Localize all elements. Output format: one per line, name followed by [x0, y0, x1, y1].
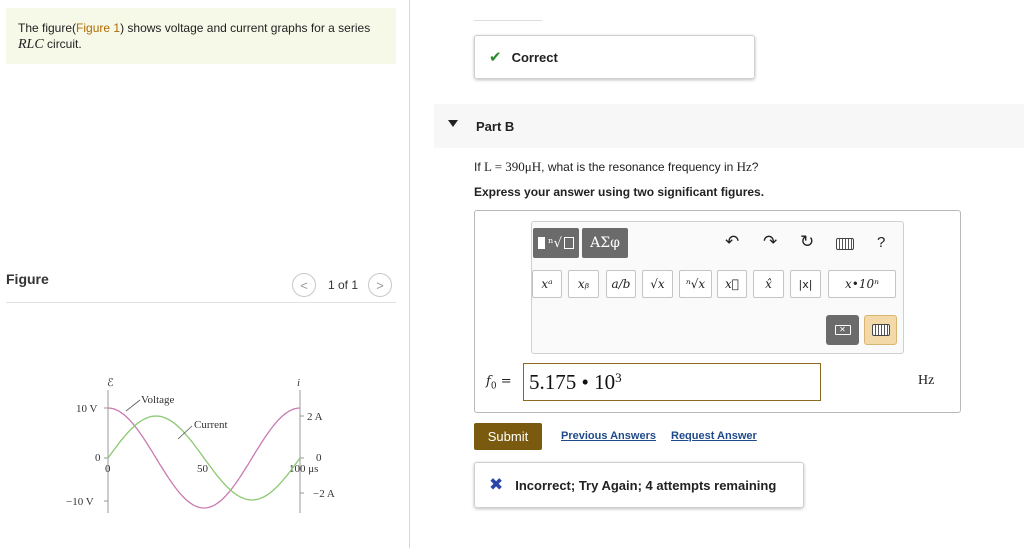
- subscript-key-label: xᵦ: [577, 277, 590, 291]
- root-template-icon: ⁿ√: [548, 235, 562, 251]
- fraction-key[interactable]: a/b: [606, 270, 636, 298]
- vector-key-label: x⃗: [725, 277, 739, 291]
- answer-exponent: 3: [615, 370, 622, 385]
- voltage-current-graph: ℰ i 10 V 0 −10 V 2 A 0 −2 A 0 50 100 μs …: [66, 377, 335, 513]
- intro-text-after: ) shows voltage and current graphs for a…: [120, 21, 371, 35]
- greek-symbols-button[interactable]: ΑΣφ: [582, 228, 628, 258]
- backspace-icon: ✕: [834, 325, 851, 335]
- collapse-arrow-icon[interactable]: [448, 120, 458, 127]
- request-answer-link[interactable]: Request Answer: [671, 430, 757, 442]
- correct-label: Correct: [511, 49, 558, 65]
- subscript-key[interactable]: xᵦ: [568, 270, 599, 298]
- chevron-right-icon: >: [376, 277, 384, 293]
- nth-root-key[interactable]: ⁿ√x: [679, 270, 712, 298]
- question-unit: Hz: [736, 159, 752, 174]
- answer-variable-label: f0 =: [486, 374, 512, 392]
- checkmark-icon: ✔: [489, 49, 502, 66]
- answer-mantissa: 5.175 • 10: [529, 369, 616, 394]
- redo-icon[interactable]: ↷: [763, 232, 777, 252]
- undo-icon[interactable]: ↶: [725, 232, 739, 252]
- figure-title: Figure: [6, 271, 49, 287]
- x-tick-50: 50: [197, 463, 209, 475]
- absolute-value-key[interactable]: |x|: [790, 270, 821, 298]
- current-axis-symbol: i: [297, 377, 300, 389]
- previous-part-feedback: ✔ Correct: [474, 35, 755, 79]
- superscript-key[interactable]: xᵃ: [532, 270, 562, 298]
- question-prefix: If: [474, 160, 485, 174]
- current-series-label: Current: [194, 419, 228, 431]
- question-end: ?: [751, 160, 759, 174]
- help-button[interactable]: ?: [877, 234, 885, 251]
- answer-input[interactable]: 5.175 • 10 3: [523, 363, 821, 401]
- superscript-key-label: xᵃ: [541, 277, 553, 291]
- next-figure-button[interactable]: >: [368, 273, 393, 297]
- circuit-symbol: RLC: [18, 37, 44, 52]
- attempt-feedback: ✖ Incorrect; Try Again; 4 attempts remai…: [474, 462, 804, 508]
- figure-navigation: < 1 of 1 >: [292, 273, 393, 297]
- scientific-notation-key-label: x•10ⁿ: [845, 277, 879, 291]
- emf-axis-symbol: ℰ: [107, 377, 114, 389]
- square-root-key[interactable]: √x: [642, 270, 673, 298]
- figure-link[interactable]: Figure 1: [76, 21, 120, 35]
- previous-answers-link[interactable]: Previous Answers: [561, 430, 656, 442]
- voltage-leader-line: [125, 399, 141, 412]
- previous-part-divider: [474, 20, 542, 21]
- intro-text-before: The figure(: [18, 21, 77, 35]
- part-b-header[interactable]: [434, 104, 1024, 148]
- fraction-key-label: a/b: [611, 277, 631, 291]
- delete-button[interactable]: ✕: [826, 315, 859, 345]
- keyboard-icon: [871, 324, 890, 336]
- prev-figure-button[interactable]: <: [292, 273, 316, 297]
- square-icon: [538, 237, 546, 249]
- variable-subscript: 0: [490, 381, 497, 392]
- vector-key[interactable]: x⃗: [717, 270, 747, 298]
- absolute-value-key-label: |x|: [798, 277, 813, 291]
- feedback-message: Incorrect; Try Again; 4 attempts remaini…: [515, 477, 777, 493]
- left-label-top: 10 V: [76, 403, 98, 415]
- reset-icon[interactable]: ↻: [800, 232, 814, 252]
- frame-icon: [563, 237, 574, 249]
- unit-vector-key-label: x̂: [765, 277, 772, 291]
- figure-counter: 1 of 1: [328, 278, 359, 292]
- nth-root-key-label: ⁿ√x: [685, 277, 706, 291]
- part-b-title[interactable]: Part B: [476, 119, 514, 134]
- answer-unit: Hz: [918, 373, 935, 388]
- figure-divider: [6, 302, 396, 303]
- x-tick-0: 0: [105, 463, 111, 475]
- chevron-left-icon: <: [300, 277, 308, 293]
- keyboard-shortcuts-icon[interactable]: [836, 238, 854, 250]
- right-label-top: 2 A: [307, 411, 323, 423]
- left-label-bottom: −10 V: [66, 496, 94, 508]
- square-root-key-label: √x: [650, 277, 665, 291]
- left-label-mid: 0: [95, 452, 101, 464]
- question-text: If L = 390μH, what is the resonance freq…: [474, 159, 758, 175]
- voltage-series-label: Voltage: [141, 394, 175, 406]
- x-tick-100: 100 μs: [289, 463, 318, 475]
- equals-sign: =: [500, 374, 512, 389]
- right-label-bottom: −2 A: [313, 488, 335, 500]
- question-mid: , what is the resonance frequency in: [541, 160, 737, 174]
- answer-instruction: Express your answer using two significan…: [474, 185, 765, 199]
- templates-button[interactable]: ⁿ√: [533, 228, 579, 258]
- intro-text-end: circuit.: [43, 37, 82, 51]
- unit-vector-key[interactable]: x̂: [753, 270, 784, 298]
- scientific-notation-key[interactable]: x•10ⁿ: [828, 270, 896, 298]
- submit-button[interactable]: Submit: [474, 423, 542, 450]
- keyboard-toggle-button[interactable]: [864, 315, 897, 345]
- problem-intro: The figure(Figure 1) shows voltage and c…: [6, 8, 396, 64]
- cross-icon: ✖: [489, 475, 504, 494]
- inductance-value: L = 390μH: [484, 159, 542, 174]
